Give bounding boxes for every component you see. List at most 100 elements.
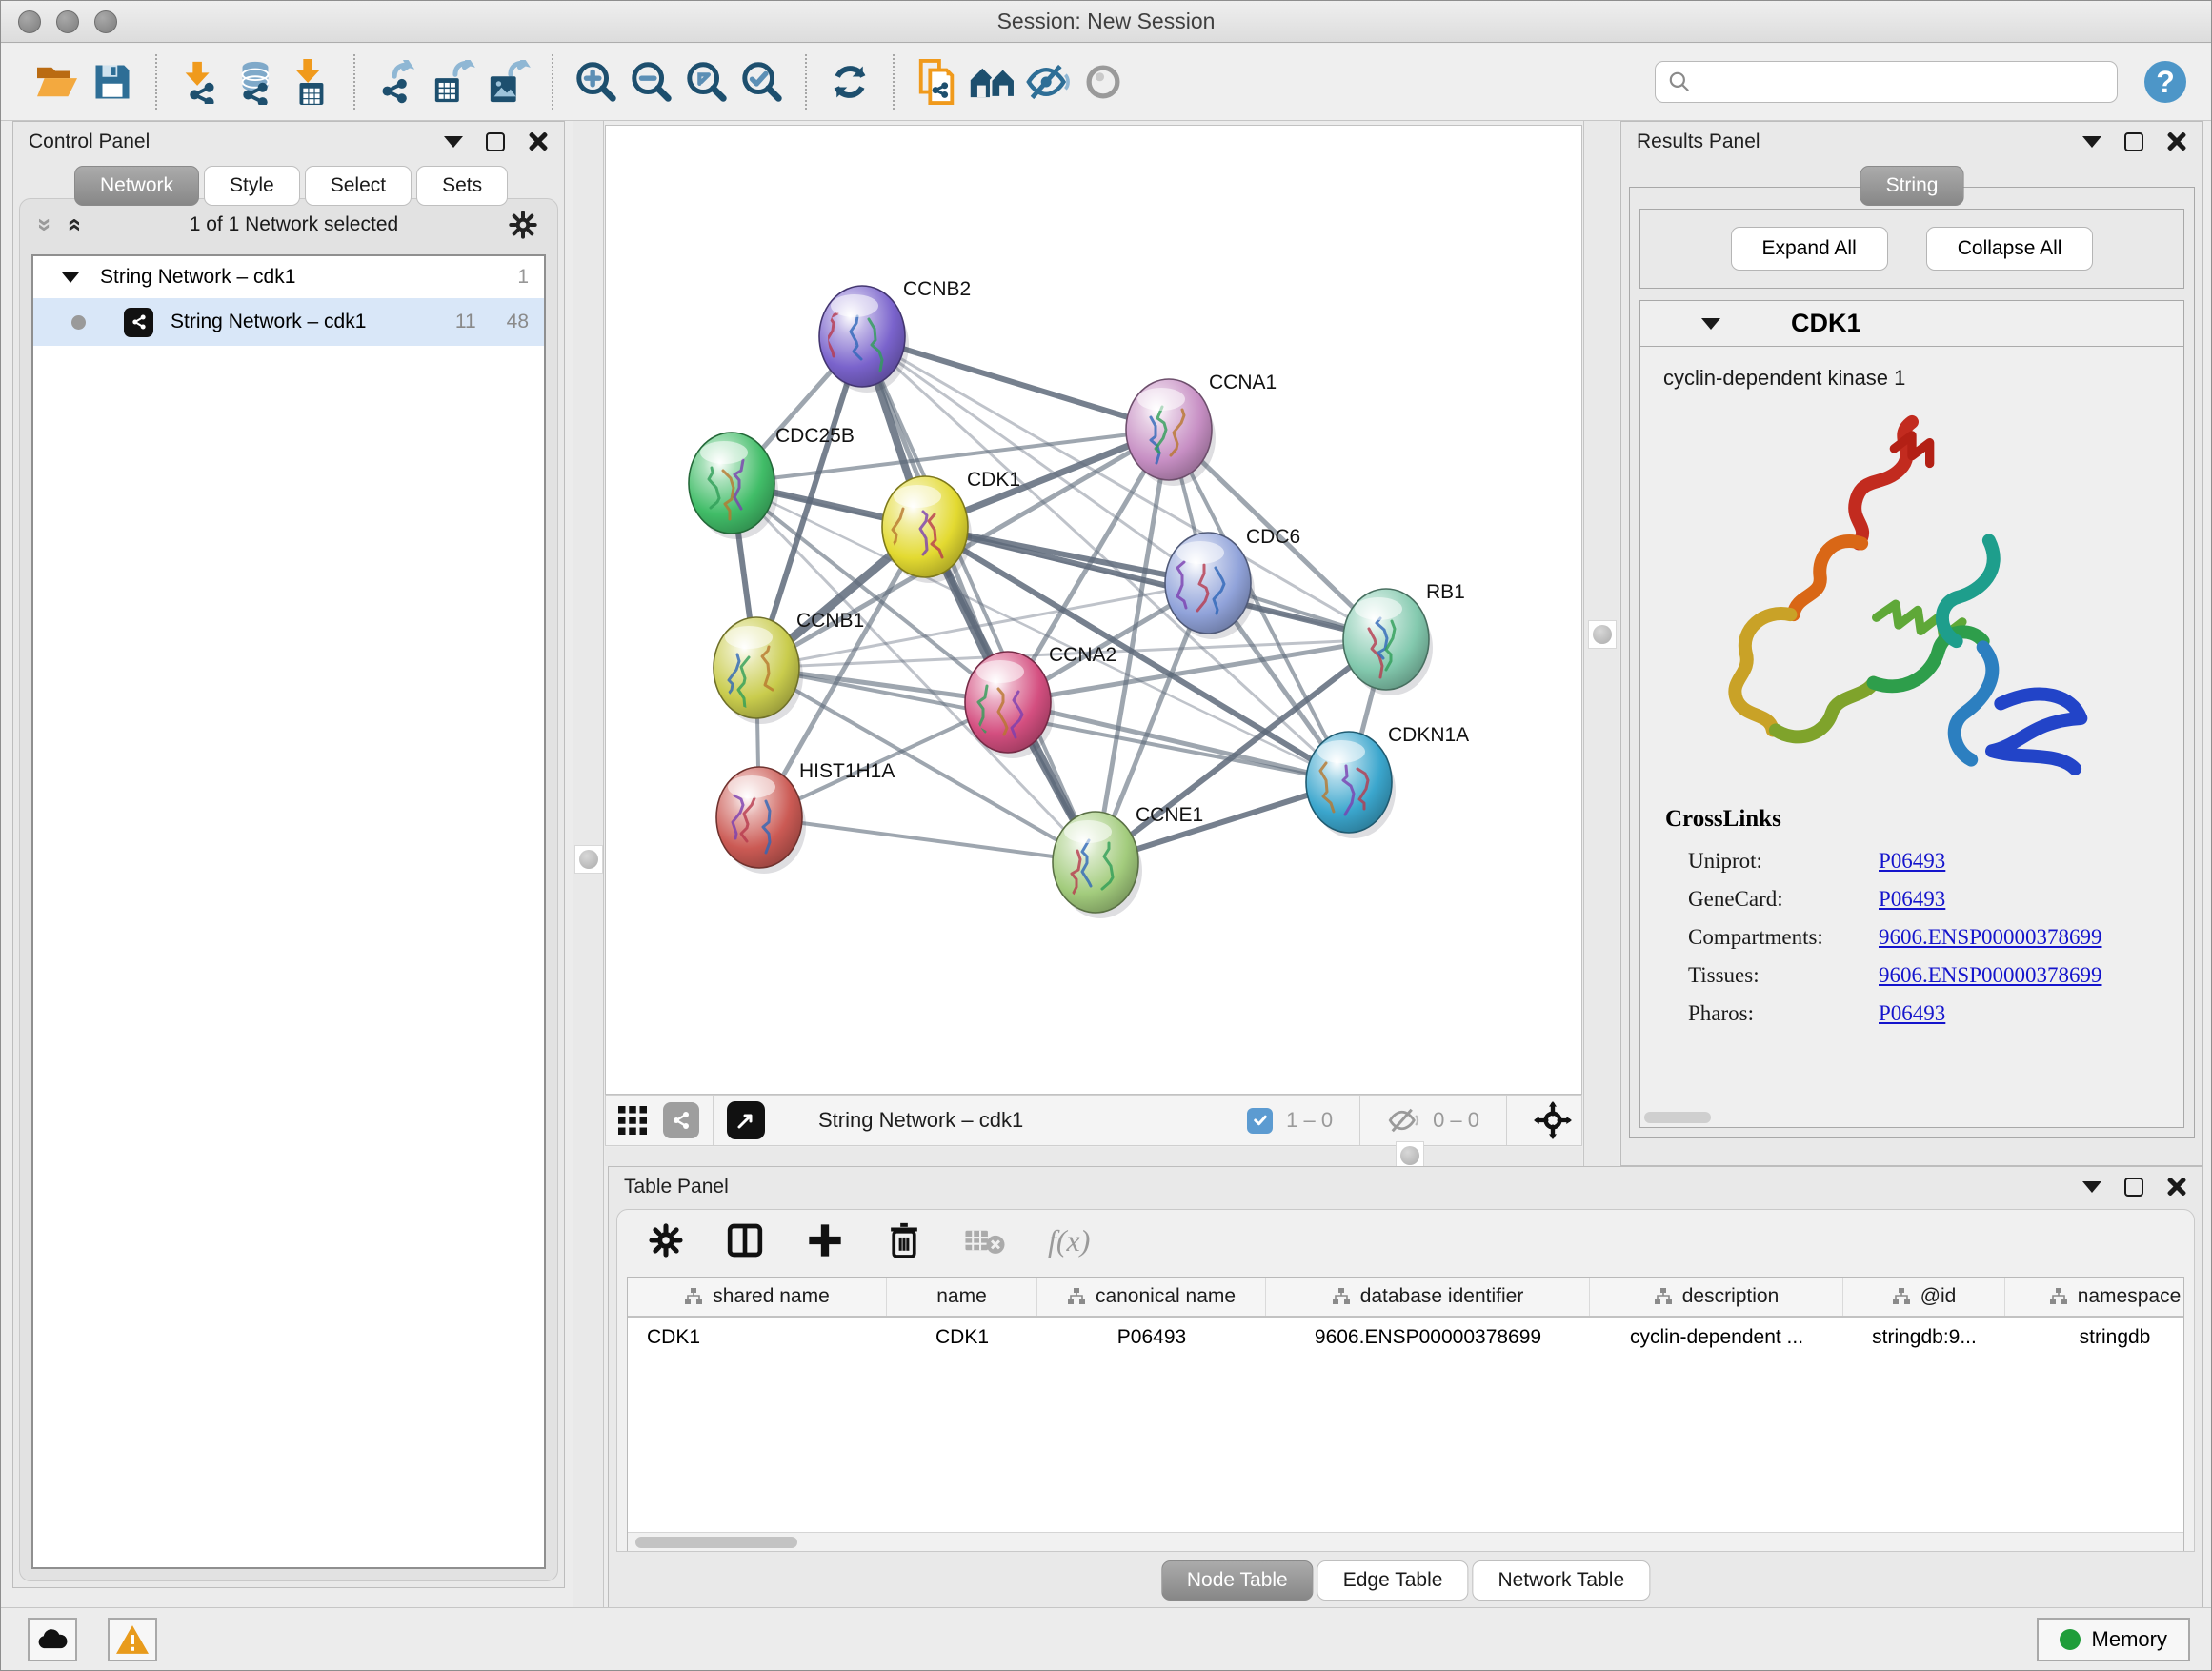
zoom-fit-button[interactable] (679, 52, 734, 111)
network-options-gear-icon[interactable] (508, 210, 538, 240)
copy-document-icon (915, 59, 959, 105)
tab-node-table[interactable]: Node Table (1161, 1560, 1314, 1601)
expand-all-button[interactable]: Expand All (1731, 227, 1888, 271)
refresh-button[interactable] (822, 52, 877, 111)
expand-all-networks-icon[interactable]: » (61, 218, 86, 232)
network-node-RB1[interactable] (1343, 589, 1429, 690)
crosslink-link[interactable]: P06493 (1879, 849, 1945, 874)
gene-section-header[interactable]: CDK1 (1640, 301, 2183, 347)
network-graph[interactable]: CCNB2CCNA1CDC25BCDK1CDC6RB1CCNB1CCNA2CDK… (606, 126, 1581, 1094)
table-row[interactable]: CDK1 CDK1 P06493 9606.ENSP00000378699 cy… (628, 1318, 2183, 1358)
network-collection-row[interactable]: String Network – cdk1 1 (33, 256, 544, 298)
network-node-CDC6[interactable] (1165, 533, 1251, 634)
import-table-button[interactable] (283, 52, 338, 111)
network-edge-CCNB2-CCNE1[interactable] (862, 336, 1096, 862)
zoom-in-button[interactable] (569, 52, 624, 111)
network-node-CCNB1[interactable] (714, 617, 799, 718)
column-header-shared-name[interactable]: shared name (628, 1278, 887, 1316)
column-header-canonical-name[interactable]: canonical name (1037, 1278, 1266, 1316)
crosslink-link[interactable]: 9606.ENSP00000378699 (1879, 963, 2102, 988)
network-node-label-CCNE1: CCNE1 (1136, 804, 1203, 826)
column-header-id[interactable]: @id (1843, 1278, 2005, 1316)
eye-button[interactable] (1076, 52, 1131, 111)
eye-icon (1083, 62, 1123, 102)
close-panel-icon[interactable] (528, 131, 549, 152)
float-panel-icon[interactable] (486, 132, 505, 151)
network-node-CDC25B[interactable] (689, 433, 774, 534)
tab-edge-table[interactable]: Edge Table (1317, 1560, 1469, 1601)
database-import-icon (231, 59, 279, 105)
network-row-selected[interactable]: String Network – cdk1 11 48 (33, 298, 544, 346)
column-header-name[interactable]: name (887, 1278, 1037, 1316)
memory-button[interactable]: Memory (2037, 1618, 2190, 1661)
column-header-namespace[interactable]: namespace (2005, 1278, 2184, 1316)
crosslink-link[interactable]: P06493 (1879, 1001, 1945, 1026)
collapse-panel-icon[interactable] (2082, 136, 2101, 148)
delete-column-icon[interactable] (886, 1221, 922, 1259)
network-node-CCNA1[interactable] (1126, 379, 1212, 480)
cloud-status-button[interactable] (28, 1618, 77, 1661)
collapse-all-button[interactable]: Collapse All (1926, 227, 2094, 271)
export-network-button[interactable] (371, 52, 426, 111)
network-node-CCNB2[interactable] (819, 286, 905, 387)
open-in-browser-icon[interactable] (727, 1101, 765, 1139)
export-table-button[interactable] (426, 52, 481, 111)
column-header-description[interactable]: description (1590, 1278, 1843, 1316)
show-columns-icon[interactable] (726, 1221, 764, 1259)
right-splitter[interactable] (1583, 121, 1619, 1166)
network-canvas[interactable]: CCNB2CCNA1CDC25BCDK1CDC6RB1CCNB1CCNA2CDK… (605, 125, 1582, 1095)
add-column-icon[interactable] (806, 1221, 844, 1259)
warnings-button[interactable] (108, 1618, 157, 1661)
network-node-CCNA2[interactable] (965, 652, 1051, 753)
gene-expander-icon[interactable] (1701, 318, 1720, 330)
zoom-selected-button[interactable] (734, 52, 790, 111)
collapse-panel-icon[interactable] (444, 136, 463, 148)
clone-network-button[interactable] (910, 52, 965, 111)
float-panel-icon[interactable] (2124, 1178, 2143, 1197)
column-header-database-identifier[interactable]: database identifier (1266, 1278, 1590, 1316)
home-button[interactable] (965, 52, 1020, 111)
right-splitter-handle[interactable] (1588, 620, 1617, 649)
network-edge-HIST1H1A-CCNE1[interactable] (759, 817, 1096, 862)
float-panel-icon[interactable] (2124, 132, 2143, 151)
table-hscrollbar[interactable] (628, 1532, 2183, 1551)
network-node-CCNE1[interactable] (1053, 812, 1138, 913)
export-image-button[interactable] (481, 52, 536, 111)
birdseye-grid-icon[interactable] (615, 1103, 650, 1137)
network-node-HIST1H1A[interactable] (716, 767, 802, 868)
network-edge-CCNA2-CDKN1A[interactable] (1008, 702, 1349, 782)
tab-style[interactable]: Style (204, 166, 300, 206)
close-panel-icon[interactable] (2166, 131, 2187, 152)
results-scrollbar-thumb[interactable] (1644, 1112, 1711, 1123)
tab-network[interactable]: Network (74, 166, 199, 206)
network-node-CDKN1A[interactable] (1306, 732, 1392, 833)
tab-network-table[interactable]: Network Table (1472, 1560, 1650, 1601)
crosslink-link[interactable]: P06493 (1879, 887, 1945, 912)
save-session-button[interactable] (85, 52, 140, 111)
import-network-button[interactable] (172, 52, 228, 111)
pan-crosshair-icon[interactable] (1534, 1101, 1572, 1139)
crosslink-link[interactable]: 9606.ENSP00000378699 (1879, 925, 2102, 950)
close-panel-icon[interactable] (2166, 1177, 2187, 1198)
tab-sets[interactable]: Sets (416, 166, 508, 206)
collection-expander-icon[interactable] (62, 272, 79, 283)
selected-checkbox-icon[interactable] (1247, 1108, 1273, 1134)
table-hscrollbar-thumb[interactable] (635, 1537, 797, 1548)
zoom-out-button[interactable] (624, 52, 679, 111)
table-options-gear-icon[interactable] (648, 1222, 684, 1258)
left-splitter-handle[interactable] (574, 845, 603, 874)
left-splitter[interactable] (573, 121, 604, 1609)
hide-unhide-button[interactable] (1020, 52, 1076, 111)
collapse-panel-icon[interactable] (2082, 1181, 2101, 1193)
open-session-button[interactable] (30, 52, 85, 111)
collapse-all-networks-icon[interactable]: » (33, 218, 58, 232)
tab-string[interactable]: String (1860, 166, 1964, 206)
search-field[interactable] (1655, 61, 2118, 103)
string-network-badge-icon[interactable] (663, 1102, 699, 1138)
network-node-CDK1[interactable] (882, 476, 968, 577)
horizontal-splitter[interactable] (605, 1147, 1582, 1166)
help-button[interactable]: ? (2142, 59, 2188, 105)
search-input[interactable] (1692, 70, 2105, 93)
import-network-database-button[interactable] (228, 52, 283, 111)
tab-select[interactable]: Select (305, 166, 412, 206)
